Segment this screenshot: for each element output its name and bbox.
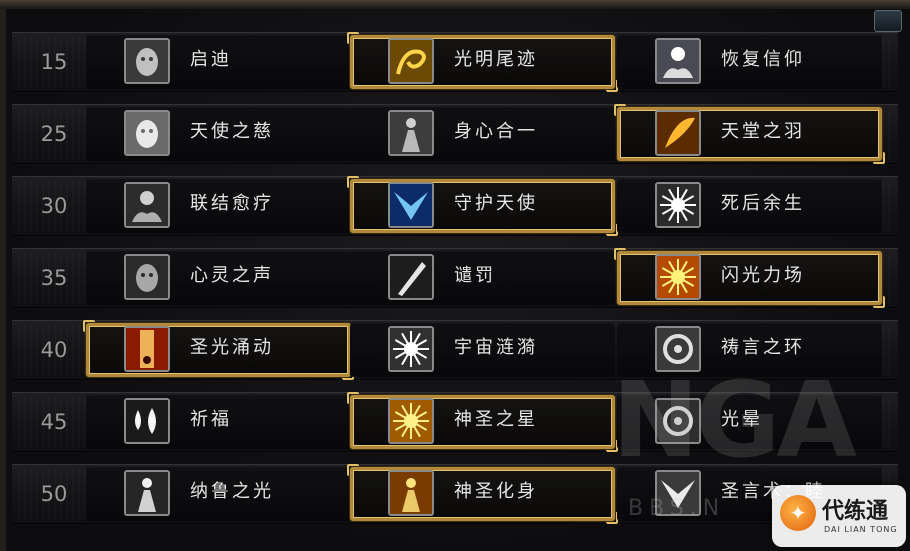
badge-title: 代练通 <box>822 499 889 524</box>
talent-button[interactable]: 祈福 <box>86 395 351 449</box>
talent-button[interactable]: 启迪 <box>86 35 351 89</box>
level-label: 30 <box>40 194 68 218</box>
talent-button[interactable]: 死后余生 <box>617 179 882 233</box>
hand-face-icon <box>124 38 170 84</box>
talent-button[interactable]: 光晕 <box>617 395 882 449</box>
talent-button[interactable]: 神圣化身 <box>347 464 618 524</box>
talent-row: 30 联结愈疗 守护天使 死后余生 <box>12 176 898 236</box>
talent-row: 50纳鲁之光神圣化身圣言术：睦 <box>12 464 898 524</box>
level-label: 35 <box>40 266 68 290</box>
talent-name: 启迪 <box>190 49 232 70</box>
talent-button[interactable]: 谴罚 <box>350 251 615 305</box>
talent-name: 身心合一 <box>454 121 538 142</box>
glowing-hands-icon <box>655 38 701 84</box>
talent-name: 光明尾迹 <box>454 49 538 70</box>
talent-button[interactable]: 恢复信仰 <box>617 35 882 89</box>
talent-name: 联结愈疗 <box>190 193 274 214</box>
talent-name: 死后余生 <box>721 193 805 214</box>
light-pillar-icon <box>124 326 170 372</box>
golden-feather-icon <box>655 110 701 156</box>
talent-button[interactable]: 祷言之环 <box>617 323 882 377</box>
level-label: 45 <box>40 410 68 434</box>
talent-name: 神圣化身 <box>454 481 538 502</box>
talent-button[interactable]: 守护天使 <box>347 176 618 236</box>
angel-wings-icon <box>388 182 434 228</box>
talent-row: 40 圣光涌动 宇宙涟漪 祷言之环 <box>12 320 898 380</box>
corner-button[interactable] <box>874 10 902 32</box>
talent-button[interactable]: 纳鲁之光 <box>86 467 351 521</box>
talent-button[interactable]: 宇宙涟漪 <box>350 323 615 377</box>
talent-name: 恢复信仰 <box>721 49 805 70</box>
watermark-url: BBS.N <box>628 496 726 521</box>
talent-name: 祷言之环 <box>721 337 805 358</box>
talent-button[interactable]: 联结愈疗 <box>86 179 351 233</box>
white-burst-icon <box>655 182 701 228</box>
joined-hands-icon <box>124 182 170 228</box>
halo-ring-icon <box>655 326 701 372</box>
talent-name: 祈福 <box>190 409 232 430</box>
talent-row: 35 心灵之声 谴罚 闪光力场 <box>12 248 898 308</box>
screaming-face-icon <box>124 254 170 300</box>
robed-figure-icon <box>388 110 434 156</box>
talent-name: 守护天使 <box>454 193 538 214</box>
naaru-icon <box>124 470 170 516</box>
golden-trail-icon <box>388 38 434 84</box>
talent-row: 45 祈福 神圣之星 光晕 <box>12 392 898 452</box>
cosmic-ripple-icon <box>388 326 434 372</box>
talent-name: 圣光涌动 <box>190 337 274 358</box>
sword-strike-icon <box>388 254 434 300</box>
level-label: 25 <box>40 122 68 146</box>
talent-name: 闪光力场 <box>721 265 805 286</box>
talent-name: 心灵之声 <box>190 265 274 286</box>
dailiantong-badge: 代练通 DAI LIAN TONG <box>772 485 906 547</box>
talent-name: 神圣之星 <box>454 409 538 430</box>
talent-name: 天使之慈 <box>190 121 274 142</box>
talent-name: 宇宙涟漪 <box>454 337 538 358</box>
talent-button[interactable]: 身心合一 <box>350 107 615 161</box>
talent-button[interactable]: 闪光力场 <box>614 248 885 308</box>
level-label: 15 <box>40 50 68 74</box>
talent-name: 纳鲁之光 <box>190 481 274 502</box>
talent-name: 天堂之羽 <box>721 121 805 142</box>
badge-subtitle: DAI LIAN TONG <box>824 525 898 534</box>
talent-row: 15 启迪 光明尾迹 恢复信仰 <box>12 32 898 92</box>
radiant-star-icon <box>655 254 701 300</box>
level-label: 50 <box>40 482 68 506</box>
talent-button[interactable]: 天使之慈 <box>86 107 351 161</box>
talent-row: 25 天使之慈 身心合一 天堂之羽 <box>12 104 898 164</box>
talent-button[interactable]: 光明尾迹 <box>347 32 618 92</box>
dailiantong-logo-icon <box>780 495 816 531</box>
talent-name: 光晕 <box>721 409 763 430</box>
holy-figure-icon <box>388 470 434 516</box>
talent-button[interactable]: 神圣之星 <box>347 392 618 452</box>
blessing-drops-icon <box>124 398 170 444</box>
halo-icon <box>655 398 701 444</box>
talent-button[interactable]: 圣光涌动 <box>83 320 354 380</box>
angel-face-icon <box>124 110 170 156</box>
panel-top-trim <box>0 0 910 9</box>
talent-button[interactable]: 天堂之羽 <box>614 104 885 164</box>
talent-button[interactable]: 心灵之声 <box>86 251 351 305</box>
talent-name: 谴罚 <box>454 265 496 286</box>
divine-star-icon <box>388 398 434 444</box>
